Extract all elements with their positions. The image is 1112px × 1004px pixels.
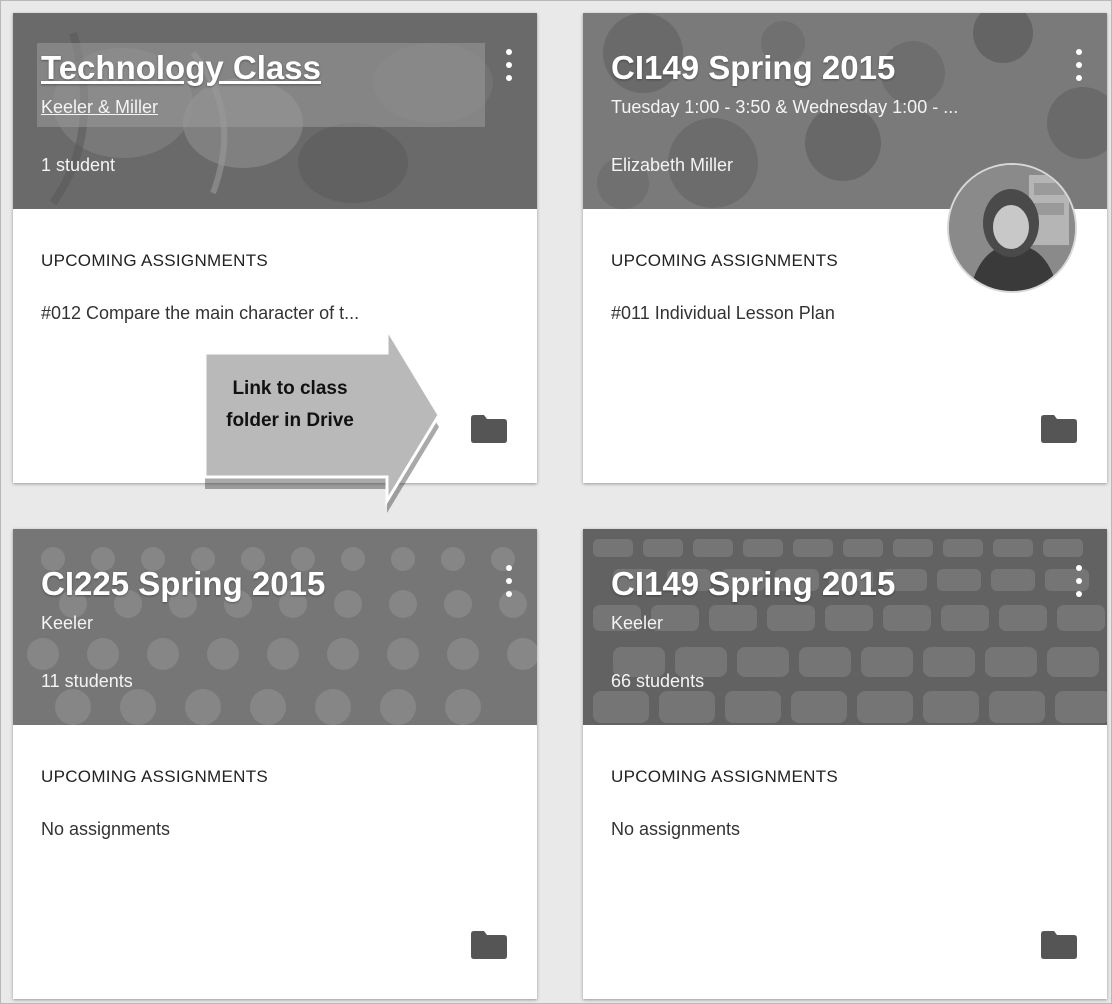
no-assignments-text: No assignments [611, 819, 741, 839]
folder-icon[interactable] [1041, 415, 1077, 443]
assignment-link[interactable]: #012 Compare the main character of t... [41, 303, 359, 324]
folder-icon[interactable] [471, 415, 507, 443]
class-schedule: Tuesday 1:00 - 3:50 & Wednesday 1:00 - .… [611, 97, 959, 117]
assignment-link[interactable]: #011 Individual Lesson Plan [611, 303, 835, 324]
class-banner[interactable]: CI149 Spring 2015 Keeler 66 students [583, 529, 1107, 725]
class-banner[interactable]: Technology Class Keeler & Miller 1 stude… [13, 13, 537, 209]
class-card-ci149-keeler[interactable]: CI149 Spring 2015 Keeler 66 students UPC… [583, 529, 1107, 999]
student-count: 1 student [41, 155, 116, 175]
drive-folder-callout: Link to class folder in Drive [197, 323, 457, 525]
class-card-ci149-miller[interactable]: CI149 Spring 2015 Tuesday 1:00 - 3:50 & … [583, 13, 1107, 483]
more-vert-icon[interactable] [1073, 565, 1085, 597]
teacher-avatar [947, 163, 1077, 293]
student-count: 11 students [41, 671, 133, 691]
upcoming-assignments-heading: UPCOMING ASSIGNMENTS [611, 251, 839, 270]
class-teacher: Keeler [41, 613, 94, 633]
class-title[interactable]: CI149 Spring 2015 [611, 49, 895, 87]
class-title[interactable]: CI225 Spring 2015 [41, 565, 325, 603]
folder-icon[interactable] [471, 931, 507, 959]
upcoming-assignments-heading: UPCOMING ASSIGNMENTS [41, 767, 269, 786]
class-title-link[interactable]: Technology Class [41, 49, 321, 87]
class-teacher: Keeler [611, 613, 664, 633]
more-vert-icon[interactable] [503, 49, 515, 81]
classroom-grid: Technology Class Keeler & Miller 1 stude… [0, 0, 1112, 1004]
student-count: 66 students [611, 671, 705, 691]
folder-icon[interactable] [1041, 931, 1077, 959]
no-assignments-text: No assignments [41, 819, 171, 839]
more-vert-icon[interactable] [503, 565, 515, 597]
class-card-ci225[interactable]: CI225 Spring 2015 Keeler 11 students UPC… [13, 529, 537, 999]
class-banner[interactable]: CI225 Spring 2015 Keeler 11 students [13, 529, 537, 725]
upcoming-assignments-heading: UPCOMING ASSIGNMENTS [41, 251, 269, 270]
callout-label: Link to class folder in Drive [226, 378, 354, 431]
upcoming-assignments-heading: UPCOMING ASSIGNMENTS [611, 767, 839, 786]
class-title[interactable]: CI149 Spring 2015 [611, 565, 895, 603]
more-vert-icon[interactable] [1073, 49, 1085, 81]
teacher-name: Elizabeth Miller [611, 155, 734, 175]
class-teachers-link[interactable]: Keeler & Miller [41, 97, 158, 118]
